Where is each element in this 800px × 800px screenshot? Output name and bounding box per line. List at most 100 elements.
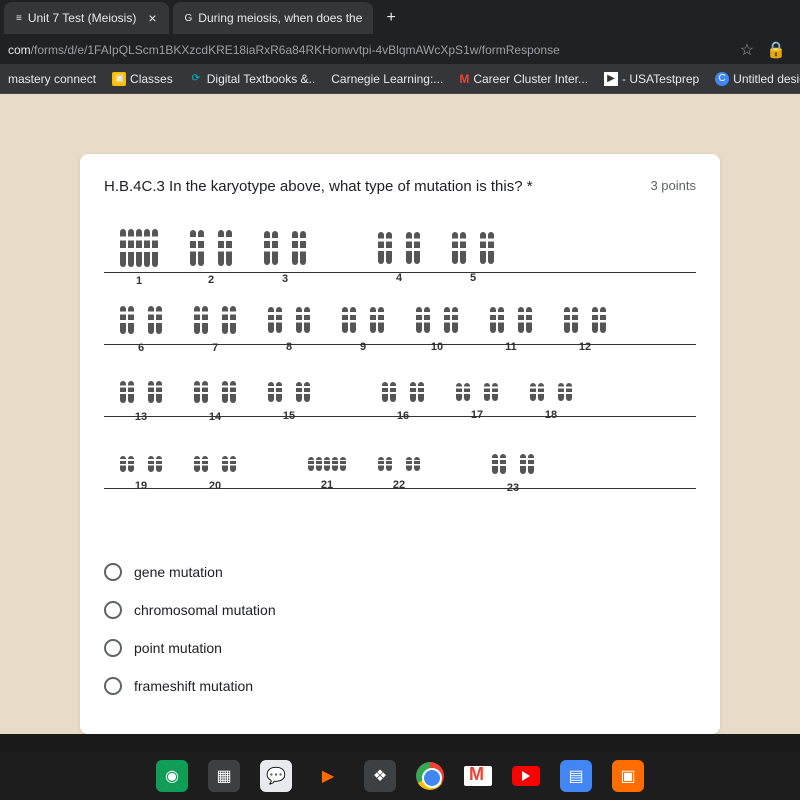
chromosome-number: 16 [397,410,409,422]
slides-icon[interactable]: ▣ [612,760,644,792]
bookmark-design[interactable]: C Untitled design - Po... [715,72,800,86]
bookmark-label: mastery connect [8,72,96,86]
chromosome-number: 21 [321,479,333,491]
bookmark-textbooks[interactable]: ⟳ Digital Textbooks &.. [189,72,316,86]
option-chromosomal-mutation[interactable]: chromosomal mutation [104,591,696,629]
chromosome-number: 23 [507,482,519,494]
tab-bar: ≡ Unit 7 Test (Meiosis) × G During meios… [0,0,800,36]
chromosome-pair: 16 [382,382,424,402]
radio-icon [104,677,122,695]
chromosome-number: 10 [431,341,443,353]
chromosome-number: 22 [393,479,405,491]
bookmark-label: - USATestprep [622,72,699,86]
usatest-icon: ▶ [604,72,618,86]
chromosome-pair: 19 [120,456,162,472]
chromosome-number: 4 [396,272,402,284]
bookmark-carnegie[interactable]: Carnegie Learning:... [331,72,443,86]
karyotype-row: 131415161718 [104,369,696,417]
chromosome-number: 9 [360,341,366,353]
option-gene-mutation[interactable]: gene mutation [104,553,696,591]
docs-icon[interactable]: ▤ [560,760,592,792]
chromosome-number: 2 [208,274,214,286]
chromosome-number: 19 [135,480,147,492]
textbook-icon: ⟳ [189,72,203,86]
new-tab-button[interactable]: + [377,9,406,27]
app-icon[interactable]: ❖ [364,760,396,792]
tab-title: During meiosis, when does the [198,11,362,25]
chromosome-pair: 15 [268,382,310,402]
chromosome-pair: 22 [378,457,420,471]
chromosome-pair: 4 [378,232,420,264]
chromosome-number: 5 [470,272,476,284]
chromosome-pair: 9 [342,307,384,333]
chromosome-pair: 23 [492,454,534,474]
arrow-icon[interactable]: ▶ [312,760,344,792]
chromosome-pair: 10 [416,307,458,333]
chromosome-pair: 14 [194,381,236,403]
option-point-mutation[interactable]: point mutation [104,629,696,667]
chromosome-number: 18 [545,409,557,421]
tab-1[interactable]: ≡ Unit 7 Test (Meiosis) × [4,2,169,34]
karyotype-row: 19 20 21 22 23 [104,441,696,489]
close-icon[interactable]: × [148,10,156,26]
chromosome-pair: 5 [452,232,494,264]
bookmark-classes[interactable]: ▣ Classes [112,72,173,86]
gmail-icon[interactable] [464,766,492,786]
chromosome-number: 15 [283,410,295,422]
chrome-icon[interactable] [416,762,444,790]
bookmark-usatest[interactable]: ▶ - USATestprep [604,72,699,86]
chromosome-number: 14 [209,411,221,423]
chromosome-pair: 18 [530,383,572,401]
chromosome-pair: 7 [194,306,236,334]
option-frameshift-mutation[interactable]: frameshift mutation [104,667,696,705]
chromosome-number: 12 [579,341,591,353]
files-icon[interactable]: ◉ [156,760,188,792]
google-icon: G [185,13,193,24]
chromosome-pair: 1 [120,229,158,267]
chromosome-pair: 17 [456,383,498,401]
taskbar: ◉ ▦ 💬 ▶ ❖ ▤ ▣ [0,752,800,800]
bookmark-label: Digital Textbooks &.. [207,72,316,86]
chromosome-number: 20 [209,480,221,492]
chromosome-pair: 2 [190,230,232,266]
bookmark-career[interactable]: M Career Cluster Inter... [459,72,588,86]
bookmarks-bar: mastery connect ▣ Classes ⟳ Digital Text… [0,64,800,94]
bookmark-label: Carnegie Learning:... [331,72,443,86]
radio-icon [104,563,122,581]
browser-chrome: ≡ Unit 7 Test (Meiosis) × G During meios… [0,0,800,94]
tab-2[interactable]: G During meiosis, when does the × [173,2,373,34]
bookmark-star-icon[interactable]: ☆ [734,40,760,60]
chromosome-pair: 3 [264,231,306,265]
radio-icon [104,639,122,657]
option-label: point mutation [134,640,222,656]
chromosome-pair: 21 [308,457,346,471]
bookmark-label: Career Cluster Inter... [473,72,588,86]
question-header: H.B.4C.3 In the karyotype above, what ty… [104,178,696,195]
classes-icon: ▣ [112,72,126,86]
youtube-icon[interactable] [512,766,540,786]
karyotype-row: 6789101112 [104,297,696,345]
lock-icon[interactable]: 🔒 [760,40,792,60]
option-label: chromosomal mutation [134,602,276,618]
option-label: gene mutation [134,564,223,580]
chromosome-number: 6 [138,342,144,354]
question-text: H.B.4C.3 In the karyotype above, what ty… [104,178,626,195]
chromosome-pair: 20 [194,456,236,472]
messages-icon[interactable]: 💬 [260,760,292,792]
karyotype-row: 123 45 [104,225,696,273]
chromosome-number: 11 [505,341,517,353]
calculator-icon[interactable]: ▦ [208,760,240,792]
chromosome-pair: 8 [268,307,310,333]
bookmark-label: Untitled design - Po... [733,72,800,86]
radio-icon [104,601,122,619]
chromosome-number: 17 [471,409,483,421]
chromosome-number: 8 [286,341,292,353]
chromosome-pair: 11 [490,307,532,333]
question-points: 3 points [650,178,696,195]
chromosome-number: 13 [135,411,147,423]
answer-options: gene mutation chromosomal mutation point… [104,553,696,705]
chromosome-number: 7 [212,342,218,354]
url-bar[interactable]: com/forms/d/e/1FAIpQLScm1BKXzcdKRE18iaRx… [0,36,800,64]
bookmark-mastery[interactable]: mastery connect [8,72,96,86]
chromosome-number: 1 [136,275,142,287]
